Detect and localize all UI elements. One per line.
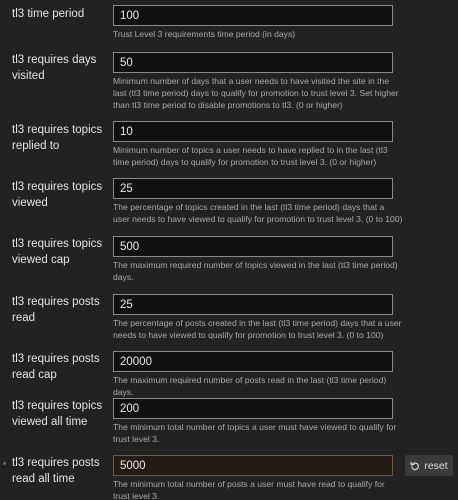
setting-description: The percentage of topics created in the …: [113, 202, 403, 224]
setting-label: tl3 requires topics viewed all time: [12, 400, 103, 428]
tl3-requires-topics-viewed-cap-input[interactable]: [113, 236, 393, 257]
reset-button[interactable]: reset: [405, 455, 453, 476]
setting-label: tl3 requires posts read cap: [12, 353, 100, 381]
setting-label: tl3 requires topics replied to: [12, 124, 103, 152]
setting-description: The minimum total number of posts a user…: [113, 479, 385, 500]
setting-label: tl3 time period: [12, 8, 85, 20]
tl3-time-period-input[interactable]: [113, 5, 393, 26]
reset-button-label: reset: [424, 459, 448, 472]
tl3-requires-posts-read-cap-input[interactable]: [113, 351, 393, 372]
setting-label: tl3 requires topics viewed: [12, 181, 103, 209]
setting-description: The maximum required number of topics vi…: [113, 260, 398, 282]
tl3-requires-topics-replied-to-input[interactable]: [113, 121, 393, 142]
tl3-requires-topics-viewed-all-time-input[interactable]: [113, 398, 393, 419]
setting-description: Minimum number of topics a user needs to…: [113, 145, 388, 167]
setting-label: tl3 requires posts read: [12, 296, 100, 324]
setting-description: Minimum number of days that a user needs…: [113, 76, 399, 110]
site-settings-list: tl3 time period Trust Level 3 requiremen…: [0, 0, 458, 500]
setting-label: tl3 requires days visited: [12, 54, 97, 82]
tl3-requires-posts-read-all-time-input[interactable]: [113, 455, 393, 476]
setting-label: tl3 requires posts read all time: [12, 457, 100, 485]
tl3-requires-posts-read-input[interactable]: [113, 294, 393, 315]
setting-description: The maximum required number of posts rea…: [113, 375, 387, 397]
setting-description: The minimum total number of topics a use…: [113, 422, 397, 444]
overridden-indicator-icon: [3, 462, 6, 465]
undo-icon: [410, 461, 420, 471]
setting-label: tl3 requires topics viewed cap: [12, 238, 103, 266]
setting-description: The percentage of posts created in the l…: [113, 318, 402, 340]
tl3-requires-days-visited-input[interactable]: [113, 52, 393, 73]
setting-description: Trust Level 3 requirements time period (…: [113, 29, 296, 39]
tl3-requires-topics-viewed-input[interactable]: [113, 178, 393, 199]
